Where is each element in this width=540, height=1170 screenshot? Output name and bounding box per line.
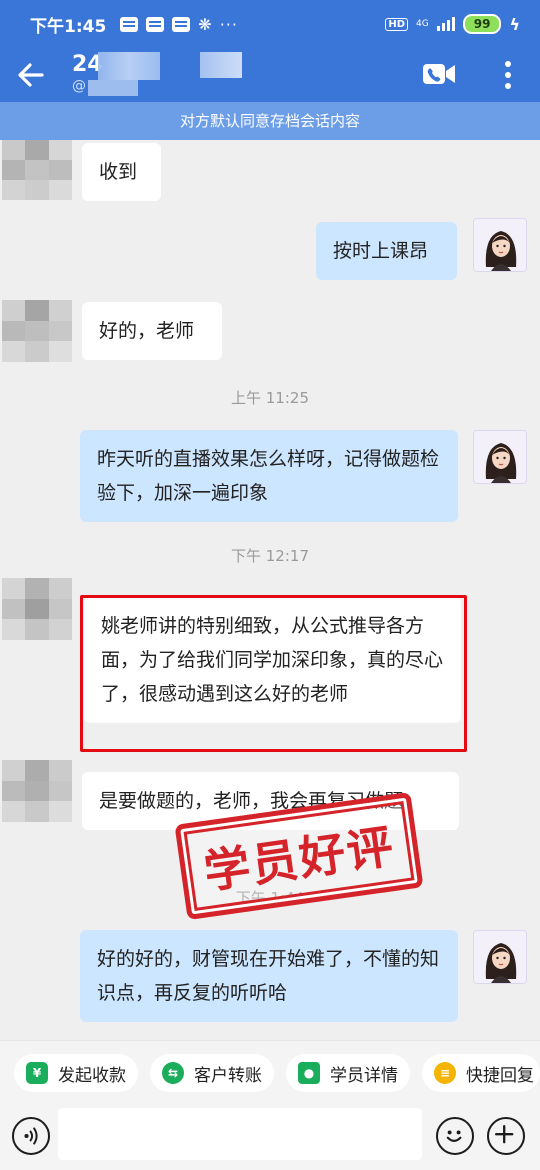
quick-reply-button[interactable]: ≡ 快捷回复 bbox=[422, 1054, 540, 1092]
quick-action-label: 发起收款 bbox=[58, 1065, 126, 1086]
status-bar-right: HD 4G 99 ϟ bbox=[385, 14, 520, 34]
highlight-frame bbox=[80, 595, 467, 752]
message-notification-icon-3 bbox=[172, 16, 191, 32]
avatar[interactable] bbox=[2, 300, 72, 362]
wechat-icon: ❋ bbox=[198, 14, 212, 34]
timestamp: 下午 12:17 bbox=[231, 547, 309, 565]
message-bubble[interactable]: 好的好的，财管现在开始难了，不懂的知识点，再反复的听听哈 bbox=[80, 930, 458, 1022]
voice-input-icon[interactable] bbox=[12, 1117, 50, 1155]
message-bubble[interactable]: 好的，老师 bbox=[82, 302, 222, 360]
student-details-button[interactable]: ● 学员详情 bbox=[286, 1054, 410, 1092]
name-mosaic bbox=[98, 52, 160, 80]
transfer-icon: ⇆ bbox=[162, 1062, 184, 1084]
quick-action-label: 快捷回复 bbox=[466, 1065, 534, 1086]
message-notification-icon bbox=[120, 16, 139, 32]
archive-notice: 对方默认同意存档会话内容 bbox=[0, 102, 540, 140]
avatar[interactable] bbox=[473, 430, 527, 484]
timestamp: 上午 11:25 bbox=[231, 389, 309, 407]
plus-icon[interactable] bbox=[487, 1117, 525, 1155]
avatar[interactable] bbox=[473, 930, 527, 984]
back-arrow-icon[interactable] bbox=[14, 58, 48, 92]
emoji-icon[interactable] bbox=[436, 1117, 474, 1155]
subtitle-mosaic bbox=[88, 80, 138, 96]
chat-header: 24 @ bbox=[0, 48, 540, 102]
teacher-avatar-icon bbox=[474, 931, 526, 983]
video-call-icon[interactable] bbox=[422, 61, 456, 87]
teacher-avatar-icon bbox=[474, 219, 526, 271]
avatar[interactable] bbox=[2, 578, 72, 640]
status-bar: 下午1:45 ❋ ··· HD 4G 99 ϟ bbox=[0, 0, 540, 48]
quick-reply-icon: ≡ bbox=[434, 1062, 456, 1084]
quick-action-label: 客户转账 bbox=[194, 1065, 262, 1086]
status-bar-left: 下午1:45 ❋ ··· bbox=[30, 12, 238, 37]
student-icon: ● bbox=[298, 1062, 320, 1084]
message-bubble[interactable]: 昨天听的直播效果怎么样呀，记得做题检验下，加深一遍印象 bbox=[80, 430, 458, 522]
avatar[interactable] bbox=[2, 140, 72, 200]
yen-icon: ¥ bbox=[26, 1062, 48, 1084]
status-time: 下午1:45 bbox=[30, 16, 107, 37]
charging-icon: ϟ bbox=[509, 14, 520, 34]
start-payment-button[interactable]: ¥ 发起收款 bbox=[14, 1054, 138, 1092]
battery-icon: 99 bbox=[462, 14, 502, 34]
signal-icon bbox=[436, 17, 455, 31]
hd-icon: HD bbox=[385, 17, 409, 31]
avatar[interactable] bbox=[473, 218, 527, 272]
message-input[interactable] bbox=[58, 1108, 422, 1160]
input-bar bbox=[0, 1106, 540, 1170]
avatar[interactable] bbox=[2, 760, 72, 822]
message-notification-icon-2 bbox=[146, 16, 165, 32]
contact-subtitle: @ bbox=[72, 78, 86, 94]
quick-action-label: 学员详情 bbox=[330, 1065, 398, 1086]
more-notifications-icon: ··· bbox=[219, 14, 238, 34]
quick-action-bar: ¥ 发起收款 ⇆ 客户转账 ● 学员详情 ≡ 快捷回复 bbox=[0, 1040, 540, 1106]
customer-transfer-button[interactable]: ⇆ 客户转账 bbox=[150, 1054, 274, 1092]
network-type: 4G bbox=[416, 18, 429, 29]
message-bubble[interactable]: 按时上课昂 bbox=[316, 222, 457, 280]
teacher-avatar-icon bbox=[474, 431, 526, 483]
message-bubble[interactable]: 收到 bbox=[82, 143, 161, 201]
chat-area[interactable]: 收到 按时上课昂 好的，老师 上午 11:25 昨天听的直播效果怎么样呀，记得做… bbox=[0, 140, 540, 1040]
name-mosaic-2 bbox=[200, 52, 242, 78]
more-options-icon[interactable] bbox=[497, 58, 519, 92]
